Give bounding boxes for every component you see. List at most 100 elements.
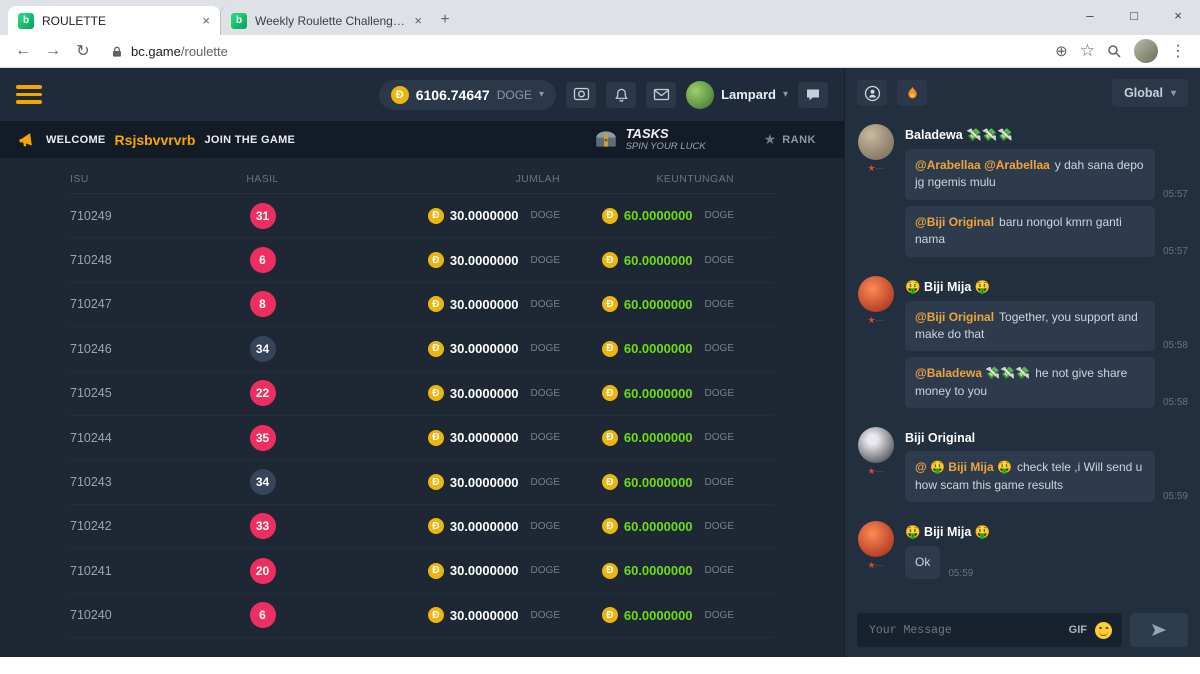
send-button[interactable] <box>1130 613 1188 647</box>
mention[interactable]: @Biji Original <box>915 310 994 324</box>
tab-close-icon[interactable]: × <box>202 13 210 28</box>
mention[interactable]: @Baladewa 💸💸💸 <box>915 366 1030 380</box>
table-row[interactable]: 710242 33 Ð30.0000000DOGE Ð60.0000000DOG… <box>70 505 774 549</box>
mention[interactable]: @ 🤑 Biji Mija 🤑 <box>915 460 1012 474</box>
tab-weekly-challenge[interactable]: b Weekly Roulette Challenge - Win × <box>220 6 432 35</box>
dealer-button[interactable] <box>857 80 887 106</box>
mention[interactable]: @Arabellaa @Arabellaa <box>915 158 1050 172</box>
table-row[interactable]: 710240 6 Ð30.0000000DOGE Ð60.0000000DOGE <box>70 594 774 638</box>
profit-value: 60.0000000 <box>624 253 693 268</box>
chat-username[interactable]: 🤑 Biji Mija 🤑 <box>905 525 1188 540</box>
avatar[interactable] <box>858 427 894 463</box>
reload-icon[interactable]: ↻ <box>70 38 96 64</box>
rank-button[interactable]: ★ RANK <box>764 131 816 148</box>
sports-button[interactable] <box>897 80 927 106</box>
browser-profile-avatar[interactable] <box>1134 39 1158 63</box>
chat-bubble[interactable]: @ 🤑 Biji Mija 🤑check tele ,i Will send u… <box>905 451 1155 502</box>
user-menu[interactable]: Lampard ▾ <box>686 81 788 109</box>
avatar[interactable] <box>858 124 894 160</box>
chat-bubble[interactable]: @Arabellaa @Arabellaay dah sana depo jg … <box>905 149 1155 200</box>
profit-currency: DOGE <box>705 521 734 532</box>
chat-messages[interactable]: ★⋯ Baladewa 💸💸💸 @Arabellaa @Arabellaay d… <box>845 118 1200 604</box>
tasks-button[interactable]: TASKS SPIN YOUR LUCK <box>594 127 706 153</box>
tab-close-icon[interactable]: × <box>414 13 422 28</box>
table-row[interactable]: 710247 8 Ð30.0000000DOGE Ð60.0000000DOGE <box>70 283 774 327</box>
chat-message-group: ★⋯ Baladewa 💸💸💸 @Arabellaa @Arabellaay d… <box>857 124 1188 263</box>
search-icon[interactable] <box>1107 44 1122 59</box>
back-icon[interactable]: ← <box>10 38 36 64</box>
welcome-prefix: WELCOME <box>46 134 106 146</box>
table-row[interactable]: 710244 35 Ð30.0000000DOGE Ð60.0000000DOG… <box>70 416 774 460</box>
channel-selector[interactable]: Global ▾ <box>1112 79 1188 107</box>
doge-coin-icon: Ð <box>602 607 618 623</box>
table-row[interactable]: 710249 31 Ð30.0000000DOGE Ð60.0000000DOG… <box>70 194 774 238</box>
amount-value: 30.0000000 <box>450 341 519 356</box>
amount-currency: DOGE <box>531 255 560 266</box>
window-controls: – □ × <box>1068 0 1200 30</box>
chat-bubble-icon <box>805 88 821 102</box>
message-input[interactable] <box>867 623 1061 638</box>
chat-toggle-button[interactable] <box>798 82 828 108</box>
bet-id: 710241 <box>70 564 185 578</box>
balance-selector[interactable]: Ð 6106.74647 DOGE ▾ <box>379 80 556 110</box>
bet-profit: Ð60.0000000DOGE <box>560 341 774 357</box>
chat-bubble[interactable]: @Baladewa 💸💸💸he not give share money to … <box>905 357 1155 408</box>
notifications-button[interactable] <box>606 82 636 108</box>
chat-username[interactable]: Baladewa 💸💸💸 <box>905 128 1188 143</box>
table-row[interactable]: 710246 34 Ð30.0000000DOGE Ð60.0000000DOG… <box>70 327 774 371</box>
chat-username[interactable]: 🤑 Biji Mija 🤑 <box>905 280 1188 295</box>
amount-currency: DOGE <box>531 299 560 310</box>
table-row[interactable]: 710248 6 Ð30.0000000DOGE Ð60.0000000DOGE <box>70 238 774 282</box>
profit-value: 60.0000000 <box>624 563 693 578</box>
table-row[interactable]: 710243 34 Ð30.0000000DOGE Ð60.0000000DOG… <box>70 460 774 504</box>
rank-label: RANK <box>782 134 816 146</box>
result-ball: 33 <box>250 513 276 539</box>
new-tab-button[interactable]: + <box>432 7 458 33</box>
profit-currency: DOGE <box>705 210 734 221</box>
chat-username[interactable]: Biji Original <box>905 431 1188 445</box>
vault-button[interactable] <box>566 82 596 108</box>
message-input-box[interactable]: GIF <box>857 613 1122 647</box>
table-row[interactable]: 710245 22 Ð30.0000000DOGE Ð60.0000000DOG… <box>70 372 774 416</box>
amount-currency: DOGE <box>531 477 560 488</box>
browser-menu-icon[interactable]: ⋮ <box>1170 41 1186 61</box>
avatar[interactable] <box>858 521 894 557</box>
message-time: 05:58 <box>1163 340 1188 351</box>
profit-value: 60.0000000 <box>624 208 693 223</box>
address-bar[interactable]: bc.game/roulette <box>100 37 1051 65</box>
result-ball: 6 <box>250 247 276 273</box>
chat-bubble[interactable]: @Biji OriginalTogether, you support and … <box>905 301 1155 352</box>
mention[interactable]: @Biji Original <box>915 215 994 229</box>
forward-icon[interactable]: → <box>40 38 66 64</box>
chat-bubble[interactable]: @Biji Originalbaru nongol kmrn ganti nam… <box>905 206 1155 257</box>
bet-amount: Ð30.0000000DOGE <box>340 607 560 623</box>
gif-button[interactable]: GIF <box>1069 624 1087 636</box>
welcome-suffix: JOIN THE GAME <box>204 134 295 146</box>
chat-bubble[interactable]: Ok <box>905 546 940 579</box>
header-hasil: HASIL <box>185 173 340 185</box>
amount-value: 30.0000000 <box>450 608 519 623</box>
url-text: bc.game/roulette <box>131 44 228 59</box>
avatar[interactable] <box>858 276 894 312</box>
messages-button[interactable] <box>646 82 676 108</box>
profit-currency: DOGE <box>705 299 734 310</box>
bet-profit: Ð60.0000000DOGE <box>560 474 774 490</box>
minimize-button[interactable]: – <box>1068 0 1112 30</box>
tasks-title: TASKS <box>626 127 706 142</box>
zoom-icon[interactable]: ⊕ <box>1055 42 1068 60</box>
table-row[interactable]: 710241 20 Ð30.0000000DOGE Ð60.0000000DOG… <box>70 549 774 593</box>
tab-roulette[interactable]: b ROULETTE × <box>8 6 220 35</box>
balance-amount: 6106.74647 <box>416 87 490 103</box>
hamburger-menu-icon[interactable] <box>16 85 42 104</box>
tab-title: Weekly Roulette Challenge - Win <box>255 14 406 28</box>
tab-title: ROULETTE <box>42 14 194 28</box>
close-button[interactable]: × <box>1156 0 1200 30</box>
maximize-button[interactable]: □ <box>1112 0 1156 30</box>
browser-window: b ROULETTE × b Weekly Roulette Challenge… <box>0 0 1200 674</box>
announcement-banner: WELCOME Rsjsbvvrvrb JOIN THE GAME TASKS … <box>0 121 844 158</box>
chevron-down-icon: ▾ <box>539 89 544 100</box>
result-ball: 31 <box>250 203 276 229</box>
emoji-picker-icon[interactable] <box>1095 622 1112 639</box>
bookmark-star-icon[interactable]: ☆ <box>1080 41 1095 61</box>
bet-id: 710243 <box>70 475 185 489</box>
